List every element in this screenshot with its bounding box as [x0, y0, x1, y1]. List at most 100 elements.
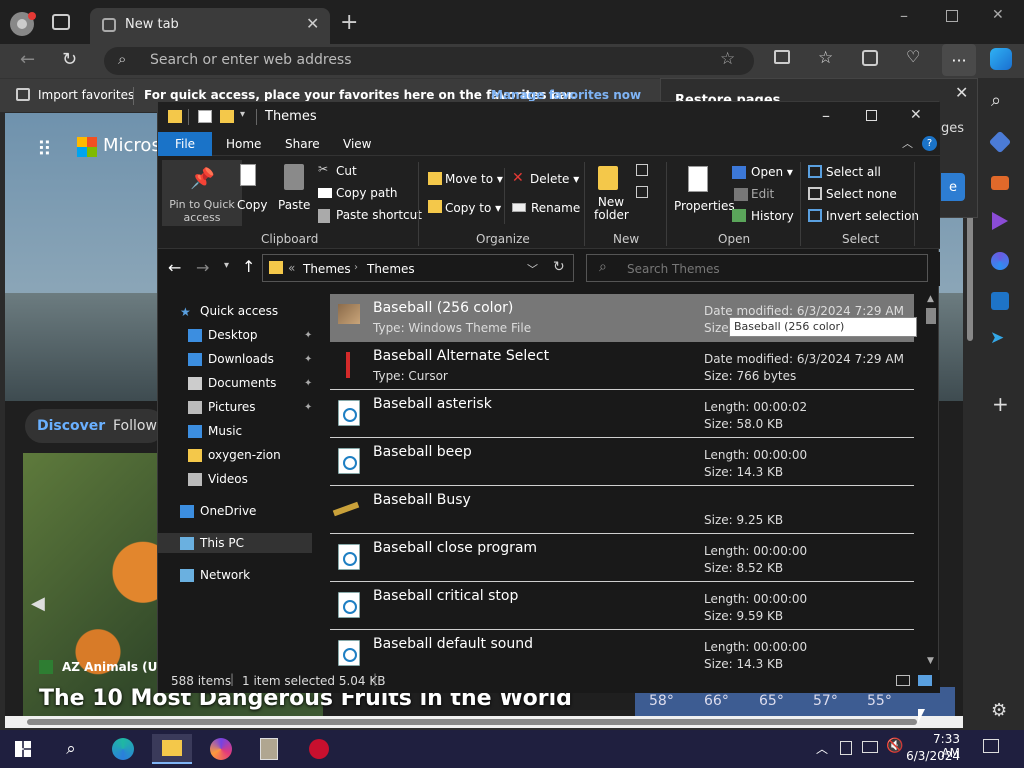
games-icon[interactable] — [992, 212, 1008, 230]
sidebar-settings-icon[interactable]: ⚙ — [991, 700, 1007, 721]
nav-item-documents[interactable]: Documents ✦ — [188, 373, 316, 393]
easy-access-icon[interactable] — [636, 186, 648, 198]
address-dropdown-icon[interactable]: ﹀ — [527, 261, 538, 277]
close-tab-icon[interactable]: ✕ — [306, 14, 319, 33]
open-button[interactable]: Open ▾ — [751, 165, 793, 179]
recent-locations-icon[interactable]: ▾ — [224, 260, 229, 271]
notifications-icon[interactable] — [983, 739, 999, 753]
file-row[interactable]: Baseball default sound Length: 00:00:00 Si… — [330, 630, 914, 668]
new-item-icon[interactable] — [636, 164, 648, 176]
carousel-prev-icon[interactable]: ◀ — [31, 593, 45, 614]
customize-quick-access-icon[interactable]: ▾ — [240, 109, 245, 120]
add-sidebar-icon[interactable]: + — [992, 392, 1009, 416]
breadcrumb-themes-2[interactable]: Themes — [367, 262, 415, 276]
edge-taskbar-icon[interactable] — [108, 734, 138, 764]
select-none-button[interactable]: Select none — [826, 187, 897, 201]
nav-item-downloads[interactable]: Downloads ✦ — [188, 349, 316, 369]
properties-button[interactable]: Properties — [674, 199, 735, 213]
nav-item-oxygen-zion[interactable]: oxygen-zion — [188, 445, 316, 465]
clock-date[interactable]: 6/3/2024 — [906, 749, 960, 763]
minimize-icon[interactable]: – — [900, 6, 908, 25]
help-icon[interactable]: ? — [922, 136, 937, 151]
tab-share[interactable]: Share — [285, 137, 320, 151]
file-row[interactable]: Baseball beep Length: 00:00:00 Size: 14.3 … — [330, 438, 914, 486]
copilot-icon[interactable] — [990, 48, 1012, 70]
send-icon[interactable]: ➤ — [990, 328, 1004, 348]
manage-favorites-link[interactable]: Manage favorites now — [491, 88, 641, 102]
maximize-icon[interactable] — [866, 110, 877, 121]
invert-selection-button[interactable]: Invert selection — [826, 209, 919, 223]
favorites-icon[interactable]: ☆ — [818, 48, 833, 68]
maximize-icon[interactable] — [946, 10, 958, 22]
scrollbar-thumb[interactable] — [926, 308, 936, 324]
search-box[interactable]: ⌕ Search Themes — [586, 254, 928, 282]
pin-to-quick-access-button[interactable]: 📌 Pin to Quick access — [162, 160, 242, 226]
minimize-icon[interactable]: – — [822, 106, 830, 125]
file-list-scrollbar[interactable]: ▲ ▼ — [924, 294, 938, 668]
nav-item-videos[interactable]: Videos — [188, 469, 316, 489]
close-icon[interactable]: ✕ — [910, 107, 922, 123]
select-all-button[interactable]: Select all — [826, 165, 881, 179]
collapse-ribbon-icon[interactable]: ︿ — [902, 135, 913, 151]
tab-home[interactable]: Home — [226, 137, 261, 151]
history-button[interactable]: History — [751, 209, 794, 223]
tab-new-tab[interactable]: New tab ✕ — [90, 8, 330, 44]
scrollbar-thumb[interactable] — [27, 719, 917, 725]
properties-quick-icon[interactable] — [198, 110, 212, 123]
taskbar-search-icon[interactable]: ⌕ — [56, 734, 86, 764]
health-icon[interactable]: ♡ — [906, 47, 920, 66]
tab-following[interactable]: Followi — [113, 418, 161, 434]
tiles-view-icon[interactable] — [918, 675, 932, 686]
edit-button[interactable]: Edit — [751, 187, 774, 201]
tray-overflow-icon[interactable]: ︿ — [816, 740, 828, 757]
firefox-taskbar-icon[interactable] — [206, 734, 236, 764]
nav-item-desktop[interactable]: Desktop ✦ — [188, 325, 316, 345]
details-view-icon[interactable] — [896, 675, 910, 686]
network-tray-icon[interactable] — [862, 741, 878, 753]
volume-muted-icon[interactable]: 🔇 — [886, 738, 903, 754]
new-folder-button[interactable]: New folder — [594, 196, 629, 222]
paste-button[interactable]: Paste — [278, 198, 310, 212]
nav-item-music[interactable]: Music — [188, 421, 316, 441]
file-row[interactable]: Baseball asterisk Length: 00:00:02 Size: 5… — [330, 390, 914, 438]
nav-item-pictures[interactable]: Pictures ✦ — [188, 397, 316, 417]
refresh-icon[interactable]: ↻ — [62, 49, 77, 70]
file-row[interactable]: Baseball Alternate Select Type: Cursor Dat… — [330, 342, 914, 390]
tab-file[interactable]: File — [158, 132, 212, 156]
copilot-sidebar-icon[interactable] — [991, 252, 1009, 270]
paste-shortcut-button[interactable]: Paste shortcut — [336, 208, 422, 222]
settings-more-button[interactable]: ··· — [942, 44, 976, 76]
back-icon[interactable]: ← — [168, 258, 181, 277]
tab-discover[interactable]: Discover — [37, 418, 105, 434]
nav-item-network[interactable]: Network — [180, 565, 316, 585]
rename-button[interactable]: Rename — [531, 201, 580, 215]
close-window-icon[interactable]: ✕ — [992, 7, 1004, 23]
refresh-icon[interactable]: ↻ — [553, 259, 565, 275]
nav-item-quick-access[interactable]: ★ Quick access — [180, 301, 316, 321]
breadcrumb-themes-1[interactable]: Themes — [303, 262, 351, 276]
cut-button[interactable]: Cut — [336, 164, 357, 178]
tools-icon[interactable] — [991, 176, 1009, 190]
forward-icon[interactable]: → — [196, 258, 209, 277]
outlook-icon[interactable] — [991, 292, 1009, 310]
tab-view[interactable]: View — [343, 137, 371, 151]
back-icon[interactable]: ← — [20, 49, 35, 70]
apps-grid-icon[interactable]: ⠿ — [37, 137, 52, 161]
split-screen-icon[interactable] — [774, 50, 790, 64]
copy-path-button[interactable]: Copy path — [336, 186, 398, 200]
nav-item-onedrive[interactable]: OneDrive — [180, 501, 316, 521]
delete-button[interactable]: Delete ▾ — [530, 172, 579, 186]
scroll-down-icon[interactable]: ▼ — [927, 656, 934, 666]
copy-to-button[interactable]: Copy to ▾ — [445, 201, 501, 215]
tab-actions-icon[interactable] — [52, 14, 70, 30]
new-tab-button[interactable]: + — [340, 10, 358, 35]
horizontal-scrollbar[interactable] — [5, 716, 963, 728]
restore-close-icon[interactable]: ✕ — [955, 83, 968, 102]
app-taskbar-icon[interactable] — [304, 734, 334, 764]
restore-button[interactable]: e — [941, 173, 965, 201]
copy-button[interactable]: Copy — [237, 198, 267, 212]
file-row[interactable]: Baseball Busy Size: 9.25 KB — [330, 486, 914, 534]
archive-taskbar-icon[interactable] — [254, 734, 284, 764]
file-row[interactable]: Baseball critical stop Length: 00:00:00 Si… — [330, 582, 914, 630]
import-favorites-link[interactable]: Import favorites — [38, 88, 134, 102]
